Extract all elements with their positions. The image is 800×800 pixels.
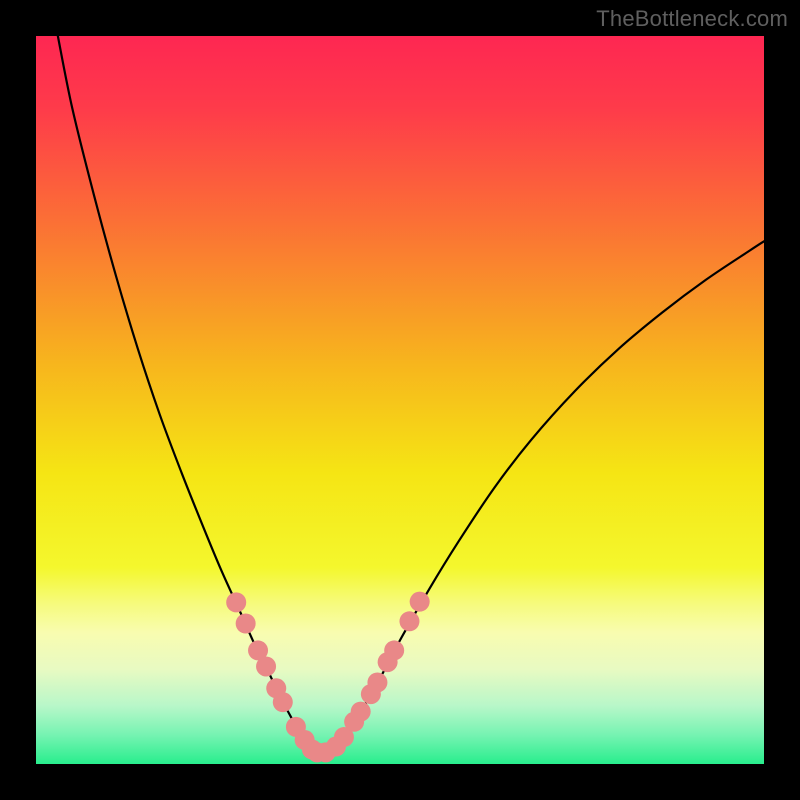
data-dot	[399, 611, 419, 631]
dot-group	[226, 592, 429, 763]
data-dot	[410, 592, 430, 612]
data-dot	[226, 592, 246, 612]
data-dot	[351, 702, 371, 722]
watermark-text: TheBottleneck.com	[596, 6, 788, 32]
data-dot	[236, 614, 256, 634]
plot-area	[36, 36, 764, 764]
main-curve	[58, 36, 764, 754]
outer-frame: TheBottleneck.com	[0, 0, 800, 800]
data-dot	[384, 640, 404, 660]
chart-svg	[36, 36, 764, 764]
data-dot	[367, 672, 387, 692]
data-dot	[273, 692, 293, 712]
data-dot	[256, 656, 276, 676]
